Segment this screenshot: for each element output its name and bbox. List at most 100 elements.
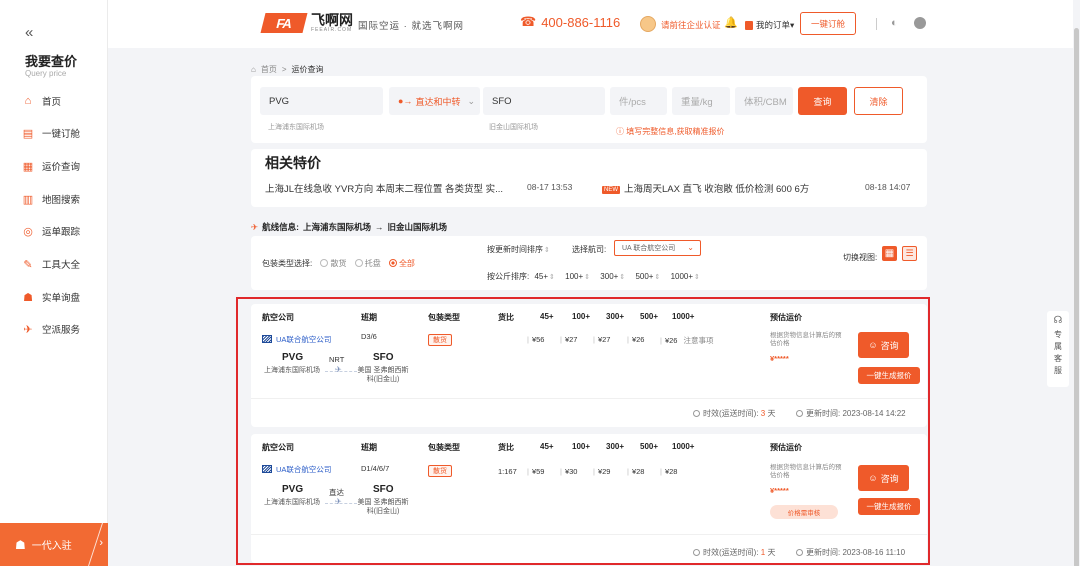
price-300: | ¥29 [593,467,611,476]
customer-service-widget[interactable]: ☊ 专属客服 [1047,311,1069,387]
rate-card: 航空公司 班期 包装类型 货比 45+ 100+ 300+ 500+ 1000+… [251,304,927,427]
collapse-sidebar-button[interactable]: « [25,24,33,41]
home-icon: ⌂ [24,95,32,107]
scrollbar-thumb[interactable] [1074,28,1079,566]
pack-type-label: 包装类型选择: [262,259,313,268]
weight-input[interactable]: 重量/kg [672,87,730,115]
destination-code: SFO [373,484,394,495]
weibo-icon[interactable] [914,17,926,29]
filter-panel: 包装类型选择: 散货 托盘 全部 按更新时间排序⇕ 选择航司: UA 联合航空公… [251,236,927,290]
sort-by-weight: 按公斤排序: 45+⇕ 100+⇕ 300+⇕ 500+⇕ 1000+⇕ [487,271,700,282]
pack-option-bulk[interactable]: 散货 [320,259,346,268]
home-icon[interactable]: ⌂ [251,65,256,74]
sidebar-item-price-query[interactable]: ▦ 运价查询 [22,157,80,175]
col-estimate: 预估运价 [770,313,802,322]
air-service-icon: ✈ [23,323,33,336]
col-45: 45+ [540,312,554,321]
col-estimate: 预估运价 [770,443,802,452]
col-schedule: 班期 [361,443,377,452]
route-dots-icon: ●→ [398,96,413,106]
price-1000: | ¥26 注意事项 [660,336,714,345]
site-logo[interactable]: FA 飞啊网 FEEAIR.COM [260,12,353,33]
divider [876,18,877,30]
estimate-value: ¥***** [770,354,789,363]
col-pack: 包装类型 [428,443,460,452]
price-100: | ¥30 [560,467,578,476]
sort-weight-1000[interactable]: 1000+⇕ [671,272,700,281]
origin-code: PVG [282,352,304,363]
breadcrumb-separator: > [281,65,287,74]
pack-type-tag: 散货 [428,465,452,477]
avatar[interactable] [640,16,656,32]
sidebar-item-map-search[interactable]: ▥ 地图搜索 [22,190,80,208]
quick-book-button[interactable]: 一键订舱 [800,12,856,35]
origin-input[interactable]: PVG [260,87,383,115]
special-item-link[interactable]: 上海JL在线急收 YVR方向 本周末二程位置 各类货型 实... [265,181,503,195]
logo-name: 飞啊网 [311,12,353,28]
pieces-input[interactable]: 件/pcs [610,87,667,115]
breadcrumb-current: 运价查询 [291,65,324,74]
price-45: | ¥56 [527,335,545,344]
consult-button[interactable]: ☺ 咨询 [858,332,909,358]
sidebar-item-label: 首页 [42,97,62,108]
specials-panel: 相关特价 上海JL在线急收 YVR方向 本周末二程位置 各类货型 实... 08… [251,149,927,207]
join-label: 一代入驻 [31,541,72,552]
airline-logo-icon [262,335,272,343]
sort-weight-45[interactable]: 45+⇕ [534,272,554,281]
sidebar-item-home[interactable]: ⌂ 首页 [22,92,61,110]
join-button[interactable]: ☗ 一代入驻 › [0,523,108,566]
route-type-select[interactable]: ●→ 直达和中转 ⌄ [389,87,480,115]
sidebar-item-label: 空派服务 [42,325,81,336]
airline-link[interactable]: UA联合航空公司 [262,334,331,345]
special-item-text: 上海周天LAX 直飞 收泡敞 低价检测 600 6方 [624,184,810,195]
radio-icon [320,259,329,267]
airline-link[interactable]: UA联合航空公司 [262,464,331,475]
col-airline: 航空公司 [262,313,294,322]
logo-domain: FEEAIR.COM [311,27,353,33]
sort-icon: ⇕ [544,247,550,254]
search-button[interactable]: 查询 [798,87,847,115]
grid-view-icon[interactable]: ▦ [882,246,897,261]
clear-button[interactable]: 清除 [854,87,903,115]
breadcrumb-home[interactable]: 首页 [261,64,277,75]
bell-icon[interactable]: 🔔 [724,16,738,29]
col-500: 500+ [640,442,659,451]
origin-name: 上海浦东国际机场 [264,367,320,374]
search-panel: PVG 上海浦东国际机场 ●→ 直达和中转 ⌄ SFO 旧金山国际机场 件/pc… [251,76,927,143]
col-airline: 航空公司 [262,443,294,452]
pack-option-all[interactable]: 全部 [388,259,415,268]
sidebar-item-inquiry[interactable]: ☗ 实单询盘 [22,288,80,306]
generate-quote-button[interactable]: 一键生成报价 [858,498,920,515]
consult-button[interactable]: ☺ 咨询 [858,465,909,491]
sidebar-item-tracking[interactable]: ◎ 运单跟踪 [22,222,80,240]
view-switch-label: 切换视图: [843,253,878,262]
sidebar-item-air-service[interactable]: ✈ 空派服务 [22,320,80,338]
sidebar-item-tools[interactable]: ✎ 工具大全 [22,255,80,273]
list-view-icon[interactable]: ☰ [902,246,917,261]
sort-weight-500[interactable]: 500+⇕ [635,272,660,281]
col-pack: 包装类型 [428,313,460,322]
airline-select[interactable]: UA 联合航空公司 ⌄ [614,240,701,256]
enterprise-cert-link[interactable]: 请前往企业认证 [661,19,721,31]
updated-time: 更新时间: 2023-08-16 11:10 [796,547,905,558]
pack-option-pallet[interactable]: 托盘 [354,259,381,268]
destination-input[interactable]: SFO [483,87,605,115]
special-item-link[interactable]: NEW 上海周天LAX 直飞 收泡敞 低价检测 600 6方 [602,181,809,195]
arrow-right-icon: → [374,222,384,232]
special-item-date: 08-18 14:07 [865,182,911,192]
my-orders-menu[interactable]: 我的订单▾ [745,19,794,31]
sidebar-item-booking[interactable]: ▤ 一键订舱 [22,124,80,142]
chevron-down-icon: ⌄ [467,95,475,106]
sort-weight-100[interactable]: 100+⇕ [565,272,590,281]
sort-update-time[interactable]: 按更新时间排序⇕ [487,244,550,255]
sort-weight-300[interactable]: 300+⇕ [600,272,625,281]
sidebar: « 我要查价 Query price ⌂ 首页 ▤ 一键订舱 ▦ 运价查询 ▥ … [0,0,108,566]
airline-logo-icon [262,465,272,473]
map-search-icon: ▥ [22,193,34,206]
volume-input[interactable]: 体积/CBM [735,87,793,115]
wechat-icon[interactable]: ◐ [891,17,904,29]
chevron-right-icon[interactable]: › [99,537,103,549]
generate-quote-button[interactable]: 一键生成报价 [858,367,920,384]
col-500: 500+ [640,312,659,321]
destination-hint: 旧金山国际机场 [489,124,538,131]
